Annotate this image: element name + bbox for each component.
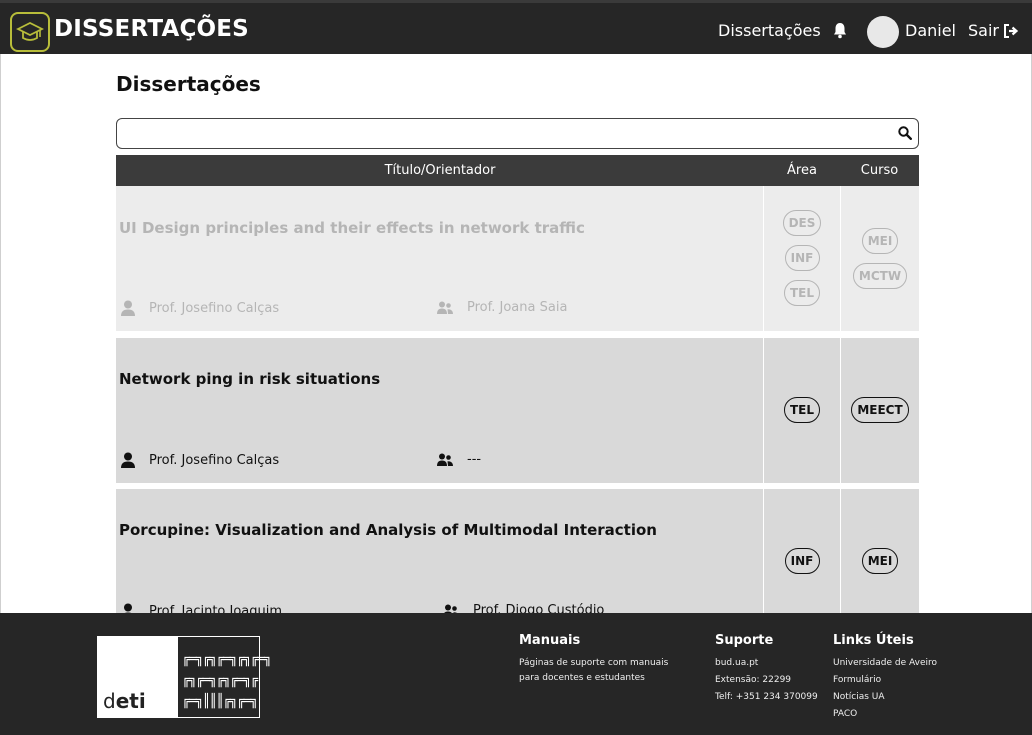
footer-support: Suporte bud.ua.pt Extensão: 22299 Telf: …: [715, 633, 818, 706]
footer-link-news[interactable]: Notícias UA: [833, 689, 937, 706]
supervisor: Prof. Jacinto Joaquim: [121, 603, 282, 613]
deti-logo-pattern-icon: ╔═╗╔╗╔═╗╔╗╔═╗ ╔╗╔═╗╔╗╔═╗╔ ╔═╗║║║╔╗╔═╗: [182, 652, 272, 709]
column-header-title[interactable]: Título/Orientador: [116, 163, 764, 178]
deti-logo-text: deti: [103, 689, 146, 713]
title-cell: Porcupine: Visualization and Analysis of…: [116, 489, 763, 613]
support-phone: Telf: +351 234 370099: [715, 692, 818, 702]
footer-support-heading: Suporte: [715, 633, 774, 648]
course-badge[interactable]: MEI: [861, 548, 899, 574]
page-title: Dissertações: [116, 72, 261, 96]
column-header-course[interactable]: Curso: [840, 163, 919, 178]
deti-logo[interactable]: deti ╔═╗╔╗╔═╗╔╗╔═╗ ╔╗╔═╗╔╗╔═╗╔ ╔═╗║║║╔╗╔…: [97, 636, 272, 718]
course-badge[interactable]: MEECT: [851, 397, 909, 423]
title-cell: Network ping in risk situations Prof. Jo…: [116, 338, 763, 483]
co-supervisor: ---: [437, 452, 481, 467]
user-icon: [121, 300, 135, 316]
footer-link-paco[interactable]: PACO: [833, 706, 937, 723]
users-icon: [443, 604, 458, 613]
table-row[interactable]: Network ping in risk situations Prof. Jo…: [116, 338, 919, 483]
area-badge[interactable]: TEL: [783, 280, 821, 306]
user-name[interactable]: Daniel: [905, 21, 956, 40]
footer-links: Links Úteis Universidade de Aveiro Formu…: [833, 633, 937, 723]
support-extension: Extensão: 22299: [715, 675, 792, 685]
area-badge[interactable]: DES: [782, 210, 822, 236]
app-brand[interactable]: DISSERTAÇÕES: [54, 16, 249, 42]
users-icon: [437, 453, 453, 466]
area-cell: TEL: [764, 338, 840, 483]
footer-manuals-heading: Manuais: [519, 633, 581, 648]
footer: deti ╔═╗╔╗╔═╗╔╗╔═╗ ╔╗╔═╗╔╗╔═╗╔ ╔═╗║║║╔╗╔…: [0, 613, 1032, 735]
co-supervisor-name: Prof. Diogo Custódio: [473, 603, 605, 613]
users-icon: [437, 301, 453, 314]
logout-label: Sair: [968, 21, 999, 40]
support-website-link[interactable]: bud.ua.pt: [715, 655, 818, 672]
footer-link-form[interactable]: Formulário: [833, 672, 937, 689]
bell-icon[interactable]: [833, 22, 849, 40]
co-supervisor: Prof. Diogo Custódio: [443, 603, 604, 613]
avatar[interactable]: [867, 16, 899, 48]
table-row[interactable]: UI Design principles and their effects i…: [116, 186, 919, 331]
course-badge[interactable]: MEI: [861, 228, 899, 254]
graduation-cap-logo-icon[interactable]: [10, 12, 50, 52]
course-cell: MEI MCTW: [841, 186, 919, 331]
supervisor-name: Prof. Josefino Calças: [149, 300, 280, 316]
co-supervisor: Prof. Joana Saia: [437, 300, 567, 315]
table-header: Título/Orientador Área Curso: [116, 155, 919, 186]
supervisor: Prof. Josefino Calças: [121, 452, 279, 468]
area-cell: DES INF TEL: [764, 186, 840, 331]
area-badge[interactable]: INF: [784, 548, 820, 574]
footer-link-ua[interactable]: Universidade de Aveiro: [833, 655, 937, 672]
footer-manuals: Manuais Páginas de suporte com manuais p…: [519, 633, 668, 687]
co-supervisor-name: Prof. Joana Saia: [467, 300, 568, 315]
user-icon: [124, 603, 132, 613]
footer-links-heading: Links Úteis: [833, 633, 914, 648]
supervisor-name: Prof. Jacinto Joaquim: [149, 603, 283, 614]
area-badge[interactable]: INF: [784, 245, 820, 271]
dissertation-title[interactable]: Network ping in risk situations: [119, 370, 380, 388]
footer-manuals-text[interactable]: para docentes e estudantes: [519, 670, 668, 687]
search-input[interactable]: [116, 118, 919, 149]
dissertation-title[interactable]: Porcupine: Visualization and Analysis of…: [119, 521, 657, 539]
top-navbar: DISSERTAÇÕES Dissertações Daniel Sair: [0, 0, 1032, 54]
table-row[interactable]: Porcupine: Visualization and Analysis of…: [116, 489, 919, 613]
course-cell: MEI: [841, 489, 919, 613]
main-content: Dissertações Título/Orientador Área Curs…: [0, 54, 1032, 613]
sign-out-icon: [1003, 23, 1019, 38]
user-icon: [121, 452, 135, 468]
search-icon[interactable]: [898, 126, 912, 140]
title-cell: UI Design principles and their effects i…: [116, 186, 763, 331]
co-supervisor-name: ---: [467, 452, 482, 467]
dissertation-title[interactable]: UI Design principles and their effects i…: [119, 219, 585, 237]
area-badge[interactable]: TEL: [783, 397, 821, 423]
nav-link-dissertations[interactable]: Dissertações: [718, 21, 821, 40]
supervisor: Prof. Josefino Calças: [121, 300, 279, 316]
course-cell: MEECT: [841, 338, 919, 483]
logout-button[interactable]: Sair: [968, 21, 1019, 40]
area-cell: INF: [764, 489, 840, 613]
course-badge[interactable]: MCTW: [852, 263, 908, 289]
column-header-area[interactable]: Área: [764, 163, 840, 178]
supervisor-name: Prof. Josefino Calças: [149, 452, 280, 468]
